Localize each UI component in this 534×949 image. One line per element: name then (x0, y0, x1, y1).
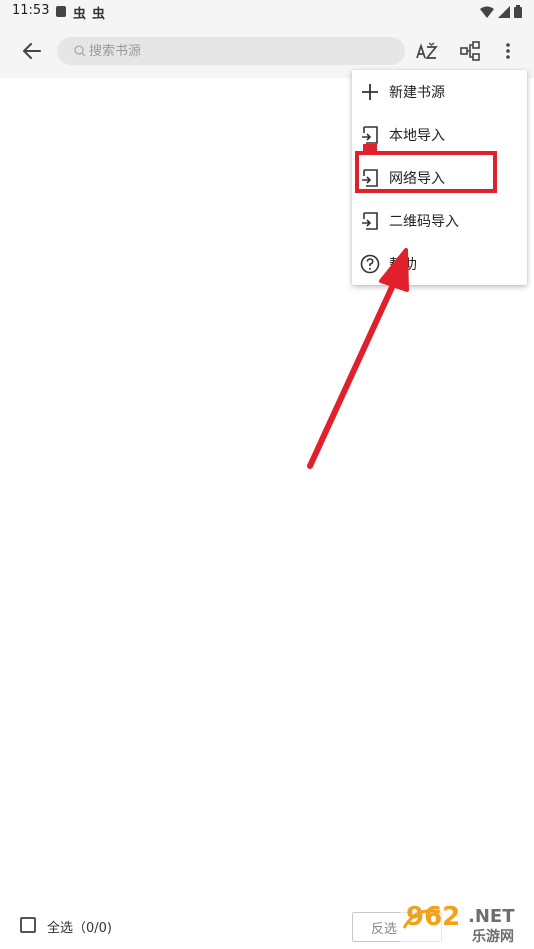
select-all-checkbox[interactable] (20, 917, 36, 933)
search-icon (74, 45, 86, 57)
group-button[interactable] (456, 37, 484, 65)
bug-notification-icon: 虫 (92, 7, 106, 22)
watermark-logo: 962 .NET 乐游网 (400, 902, 532, 946)
battery-icon (514, 5, 522, 18)
menu-item-qrcode-import[interactable]: 二维码导入 (352, 199, 527, 242)
sort-az-icon (416, 42, 438, 59)
status-time: 11:53 (12, 3, 50, 18)
watermark-number: 962 (406, 902, 461, 932)
menu-item-label: 二维码导入 (389, 213, 459, 230)
group-icon (460, 41, 480, 61)
back-arrow-icon (23, 43, 41, 59)
wifi-icon (480, 6, 494, 18)
more-options-button[interactable] (494, 37, 522, 65)
plus-icon (360, 82, 380, 102)
menu-item-label: 本地导入 (389, 127, 445, 144)
import-icon (360, 125, 380, 145)
search-input[interactable] (89, 40, 389, 62)
menu-item-local-import[interactable]: 本地导入 (352, 113, 527, 156)
menu-item-label: 帮助 (389, 256, 417, 273)
notification-a-icon (56, 6, 66, 17)
status-indicators (480, 5, 522, 18)
menu-item-new-source[interactable]: 新建书源 (352, 70, 527, 113)
help-circle-icon (360, 254, 380, 274)
select-all-label: 全选（0/0) (47, 921, 112, 936)
status-bar: 11:53 虫 虫 (0, 0, 534, 24)
search-box[interactable] (57, 37, 405, 65)
sort-button[interactable] (413, 37, 441, 65)
watermark-suffix: .NET (468, 906, 515, 927)
back-button[interactable] (18, 37, 46, 65)
watermark-tagline: 乐游网 (472, 929, 514, 945)
more-vert-icon (506, 43, 510, 59)
menu-item-help[interactable]: 帮助 (352, 242, 527, 285)
menu-item-label: 新建书源 (389, 84, 445, 101)
bug-notification-icon: 虫 (73, 7, 87, 22)
import-icon (360, 211, 380, 231)
cellular-icon (498, 5, 510, 18)
highlight-box (355, 151, 497, 193)
